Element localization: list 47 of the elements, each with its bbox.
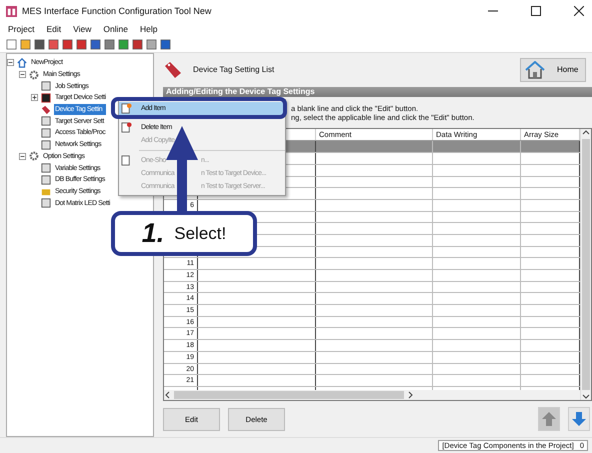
window-title: MES Interface Function Configuration Tool New <box>22 6 212 16</box>
vertical-scrollbar[interactable] <box>580 129 591 400</box>
toolbar-icon[interactable] <box>118 38 129 50</box>
expander-icon[interactable] <box>19 71 26 78</box>
menu-item[interactable]: View <box>73 24 92 34</box>
expander-icon[interactable] <box>19 152 26 160</box>
gear-icon <box>29 70 39 80</box>
toolbar-icon[interactable] <box>104 38 115 50</box>
toolbar-icon[interactable] <box>34 38 45 50</box>
toolbar-icon[interactable] <box>132 38 143 50</box>
home-button[interactable]: Home <box>520 58 586 82</box>
maximize-icon[interactable] <box>531 6 541 16</box>
toolbar-icon[interactable] <box>20 38 31 50</box>
expander-icon[interactable] <box>7 59 14 66</box>
toolbar-icon[interactable] <box>146 38 157 50</box>
toolbar-icon[interactable] <box>48 38 59 50</box>
tag-icon <box>163 60 183 80</box>
house-icon <box>525 60 545 79</box>
toolbar-icon[interactable] <box>6 38 17 50</box>
down-arrow-icon <box>571 411 587 428</box>
toolbar-icon[interactable] <box>90 38 101 50</box>
up-arrow-icon <box>541 411 557 428</box>
scroll-right-icon[interactable] <box>406 391 414 400</box>
step-number: 1. <box>142 218 164 249</box>
gear2-icon <box>29 151 39 162</box>
menu-item[interactable]: Edit <box>46 24 62 34</box>
move-up-button[interactable] <box>538 407 560 432</box>
tag-icon <box>41 104 51 115</box>
move-down-button[interactable] <box>568 407 590 432</box>
scroll-left-icon[interactable] <box>164 391 172 400</box>
callout-text: Select! <box>174 224 226 244</box>
expander-icon[interactable] <box>31 94 38 102</box>
page-title: Device Tag Setting List <box>193 65 274 74</box>
delete-doc-icon <box>121 122 132 133</box>
section-header: Adding/Editing the Device Tag Settings <box>163 86 592 97</box>
toolbar-icon[interactable] <box>62 38 73 50</box>
menu-item[interactable]: Online <box>103 24 128 34</box>
toolbar-icon[interactable] <box>160 38 171 50</box>
horizontal-scrollbar[interactable] <box>164 390 580 400</box>
app-icon <box>6 6 17 16</box>
add-doc-icon <box>121 103 132 114</box>
scroll-down-icon[interactable] <box>582 392 590 400</box>
close-icon[interactable] <box>574 6 584 16</box>
menu-item[interactable]: Help <box>140 24 158 34</box>
home-icon <box>17 58 27 68</box>
menu-item[interactable]: Project <box>8 24 34 34</box>
toolbar-icon[interactable] <box>76 38 87 50</box>
